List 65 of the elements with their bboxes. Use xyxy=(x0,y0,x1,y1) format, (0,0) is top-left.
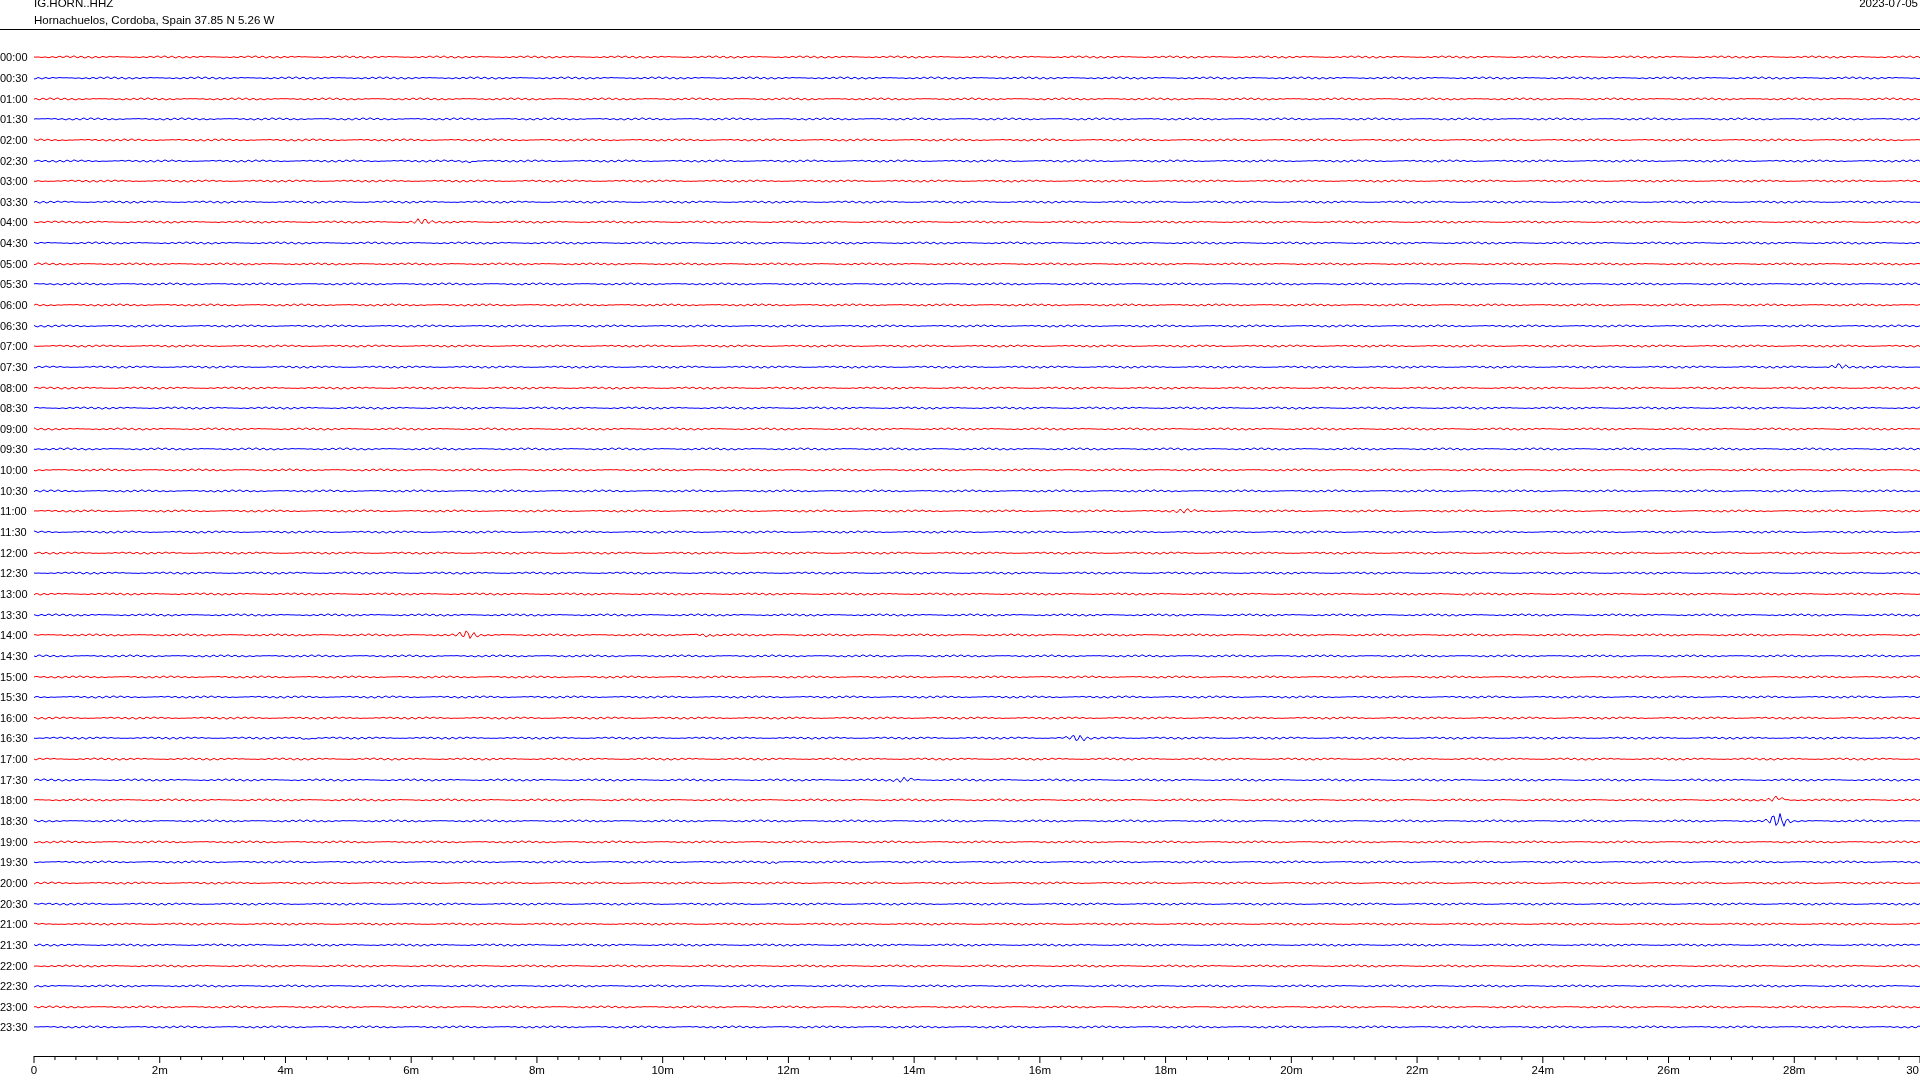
station-location: Hornachuelos, Cordoba, Spain 37.85 N 5.26 W xyxy=(34,14,275,27)
time-label: 10:00 xyxy=(0,464,29,477)
tick-label: 10m xyxy=(651,1064,674,1076)
time-label: 13:30 xyxy=(0,608,29,621)
time-label: 01:00 xyxy=(0,92,29,105)
time-label: 06:00 xyxy=(0,299,29,311)
time-label: 15:00 xyxy=(0,670,29,683)
time-label: 12:00 xyxy=(0,546,29,559)
time-label: 23:30 xyxy=(0,1021,29,1034)
time-label: 20:00 xyxy=(0,876,29,889)
time-label: 22:00 xyxy=(0,959,29,972)
time-label: 17:00 xyxy=(0,753,29,766)
time-label: 16:00 xyxy=(0,711,29,724)
time-label: 11:00 xyxy=(0,505,28,518)
time-label: 04:30 xyxy=(0,237,29,250)
time-label: 09:30 xyxy=(0,443,29,456)
time-label: 14:30 xyxy=(0,649,29,662)
tick-label: 30 xyxy=(1906,1064,1919,1076)
tick-label: 20m xyxy=(1280,1064,1303,1076)
time-label: 02:30 xyxy=(0,154,29,167)
time-label: 01:30 xyxy=(0,113,29,126)
tick-label: 8m xyxy=(528,1064,545,1076)
tick-label: 12m xyxy=(777,1064,800,1076)
time-label: 20:30 xyxy=(0,897,29,910)
time-label: 00:30 xyxy=(0,71,29,84)
tick-label: 2m xyxy=(151,1064,168,1076)
time-label: 19:00 xyxy=(0,835,29,848)
time-label: 15:30 xyxy=(0,691,29,704)
tick-label: 22m xyxy=(1405,1064,1429,1076)
tick-label: 14m xyxy=(902,1064,926,1076)
tick-label: 4m xyxy=(277,1064,294,1076)
time-label: 05:00 xyxy=(0,257,29,270)
tick-label: 16m xyxy=(1028,1064,1052,1076)
time-label: 21:00 xyxy=(0,918,29,931)
tick-label: 26m xyxy=(1657,1064,1680,1076)
time-label: 17:30 xyxy=(0,773,29,786)
time-label: 21:30 xyxy=(0,938,29,951)
tick-label: 28m xyxy=(1783,1064,1806,1076)
tick-label: 18m xyxy=(1154,1064,1177,1076)
time-label: 09:00 xyxy=(0,422,29,435)
tick-label: 0 xyxy=(30,1064,38,1076)
tick-label: 6m xyxy=(403,1064,420,1076)
time-label: 08:30 xyxy=(0,402,29,415)
time-label: 03:00 xyxy=(0,175,29,188)
time-label: 19:30 xyxy=(0,856,29,869)
time-label: 07:00 xyxy=(0,340,29,353)
time-label: 22:30 xyxy=(0,980,29,993)
time-label: 13:00 xyxy=(0,587,29,600)
time-label: 05:30 xyxy=(0,278,29,291)
time-label: 12:30 xyxy=(0,567,29,580)
time-label: 16:30 xyxy=(0,732,29,745)
time-label: 07:30 xyxy=(0,360,29,373)
time-label: 10:30 xyxy=(0,484,29,497)
time-label: 14:00 xyxy=(0,629,29,642)
time-label: 23:00 xyxy=(0,1000,29,1013)
tick-label: 24m xyxy=(1531,1064,1554,1076)
time-label: 00:00 xyxy=(0,51,29,64)
time-label: 06:30 xyxy=(0,319,29,332)
time-label: 18:30 xyxy=(0,815,29,827)
time-label: 18:00 xyxy=(0,794,29,807)
time-label: 08:00 xyxy=(0,381,29,394)
time-label: 11:30 xyxy=(0,526,28,539)
time-label: 04:00 xyxy=(0,216,29,229)
time-label: 03:30 xyxy=(0,195,29,208)
time-label: 02:00 xyxy=(0,133,29,146)
